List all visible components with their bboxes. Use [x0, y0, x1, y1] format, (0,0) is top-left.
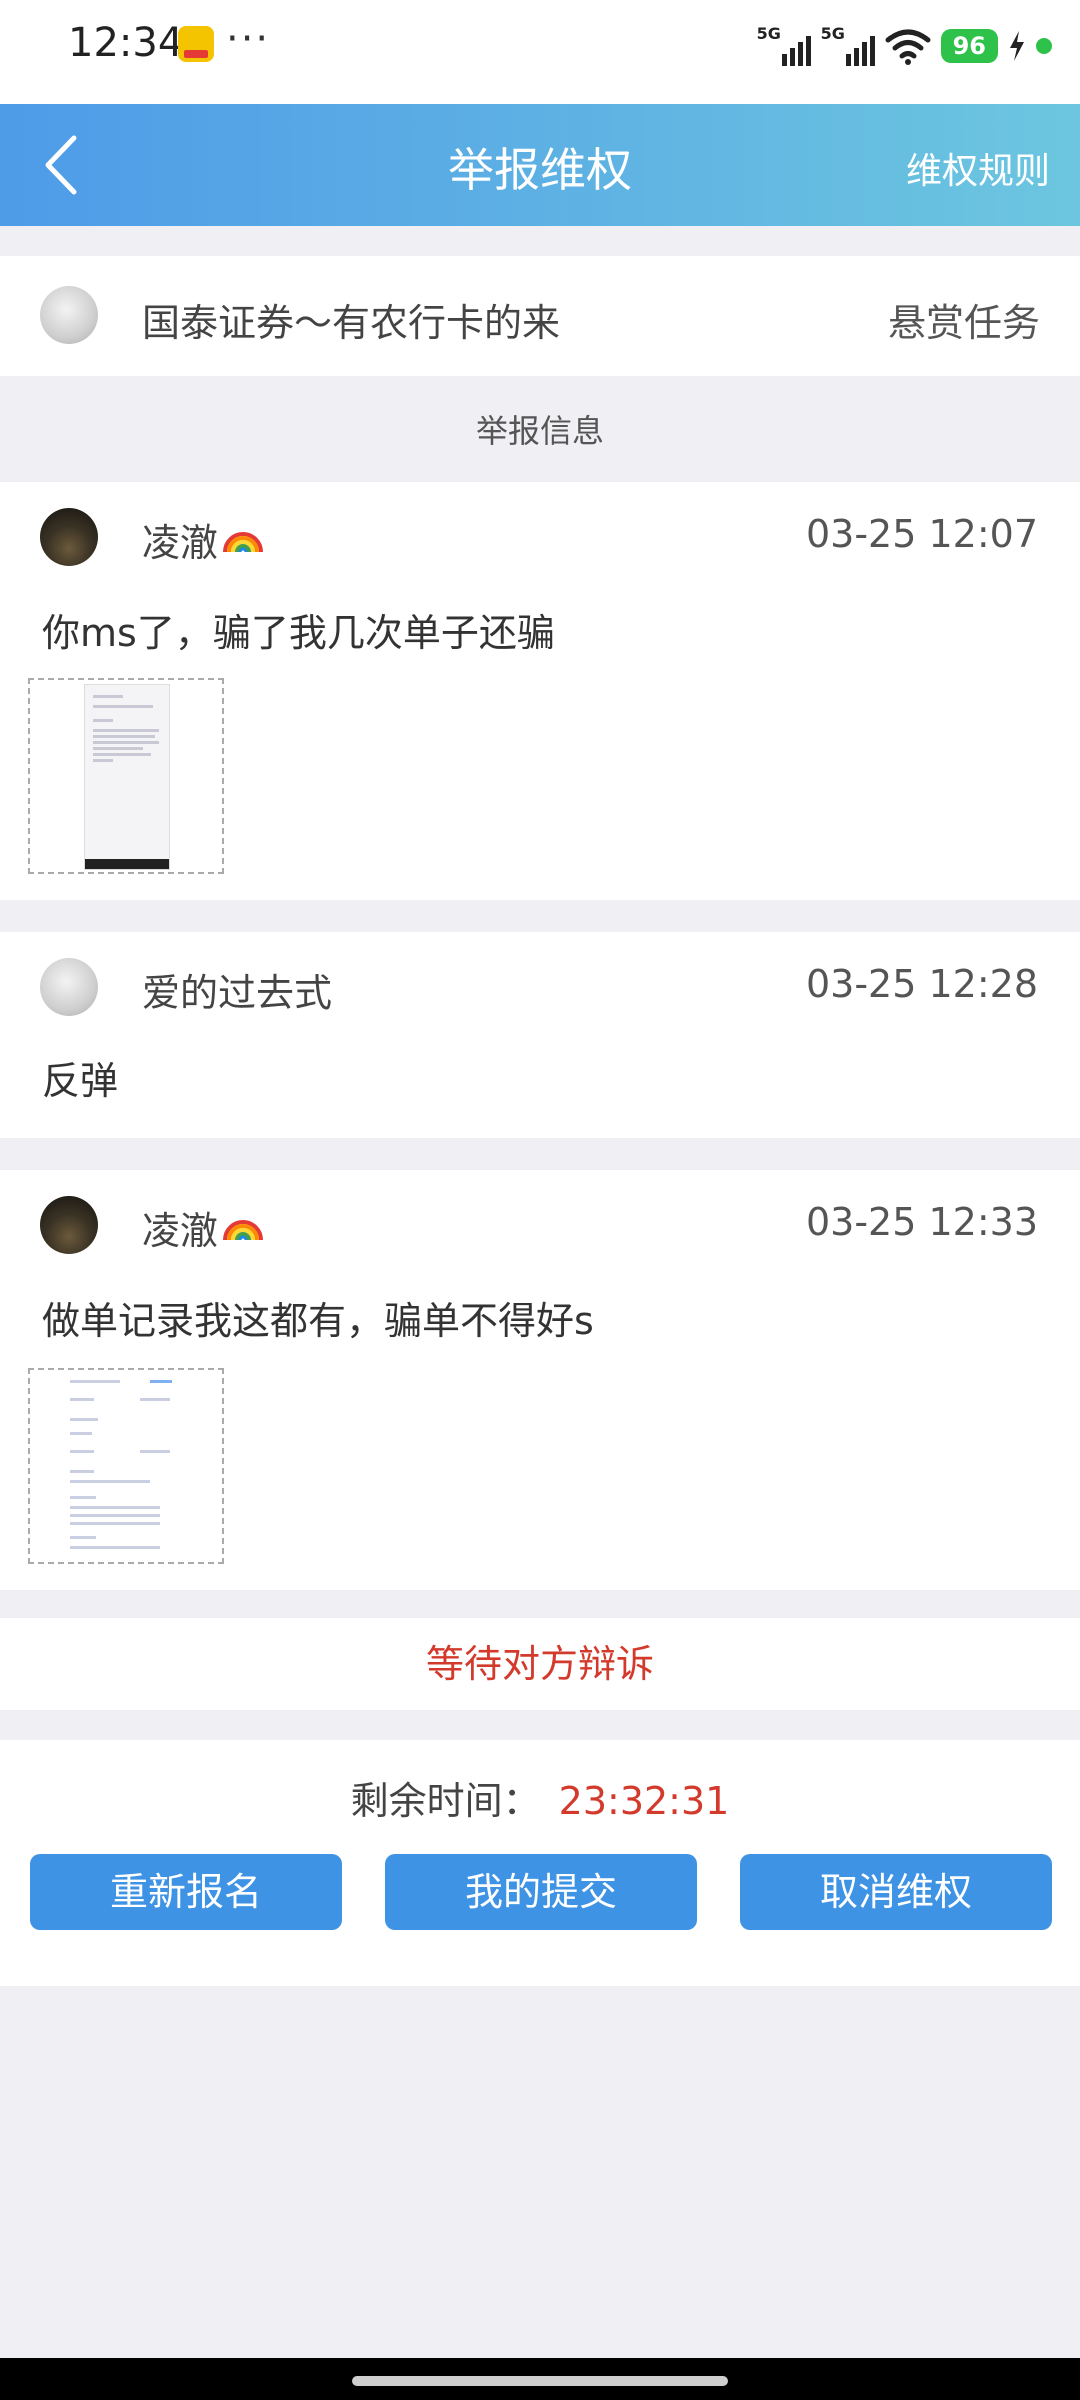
status-bar: 12:34 ··· 5G 5G 96 — [0, 0, 1080, 104]
task-name: 国泰证券～有农行卡的来 — [142, 301, 561, 345]
wifi-icon — [885, 29, 931, 65]
remaining-label: 剩余时间： — [350, 1779, 541, 1823]
signal-label: 5G — [756, 24, 781, 43]
status-icons: 5G 5G 96 — [757, 24, 1052, 68]
signal-label: 5G — [820, 24, 845, 43]
message-text: 做单记录我这都有，骗单不得好s — [42, 1299, 594, 1343]
message-user: 凌澈 — [142, 512, 264, 567]
remaining-value: 23:32:31 — [558, 1779, 730, 1823]
user-name: 凌澈 — [142, 1209, 219, 1253]
app-notification-icon — [178, 26, 214, 62]
evidence-image[interactable] — [28, 1368, 224, 1564]
report-message: 凌澈 03-25 12:33 做单记录我这都有，骗单不得好s — [0, 1170, 1080, 1590]
report-message: 凌澈 03-25 12:07 你ms了，骗了我几次单子还骗 — [0, 482, 1080, 900]
battery-indicator: 96 — [940, 29, 998, 63]
message-user: 爱的过去式 — [142, 971, 333, 1015]
app-header: 举报维权 维权规则 — [0, 104, 1080, 226]
rainbow-icon — [223, 532, 264, 553]
report-message: 爱的过去式 03-25 12:28 反弹 — [0, 932, 1080, 1138]
task-row[interactable]: 国泰证券～有农行卡的来 悬赏任务 — [0, 256, 1080, 376]
message-text: 反弹 — [42, 1059, 119, 1103]
action-panel: 剩余时间： 23:32:31 重新报名 我的提交 取消维权 — [0, 1740, 1080, 1986]
message-time: 03-25 12:33 — [805, 1200, 1038, 1244]
status-time: 12:34 — [68, 20, 184, 66]
signal-5g-icon: 5G — [756, 24, 811, 66]
status-message: 等待对方辩诉 — [0, 1618, 1080, 1710]
privacy-dot-icon — [1036, 38, 1052, 54]
user-name: 凌澈 — [142, 521, 219, 565]
charging-icon — [1010, 31, 1024, 61]
message-time: 03-25 12:07 — [805, 512, 1038, 556]
section-title: 举报信息 — [475, 412, 604, 450]
signal-5g-icon: 5G — [820, 24, 875, 66]
message-time: 03-25 12:28 — [805, 962, 1038, 1006]
message-user: 凌澈 — [142, 1200, 264, 1255]
evidence-image[interactable] — [28, 678, 224, 874]
gesture-navigation-bar — [0, 2358, 1080, 2400]
reapply-button[interactable]: 重新报名 — [30, 1854, 342, 1930]
message-text: 你ms了，骗了我几次单子还骗 — [42, 611, 555, 655]
avatar — [40, 508, 98, 566]
rules-link[interactable]: 维权规则 — [906, 142, 1050, 194]
remaining-time: 剩余时间： 23:32:31 — [0, 1770, 1080, 1825]
home-indicator[interactable] — [352, 2376, 728, 2386]
avatar — [40, 1196, 98, 1254]
more-notifications-icon: ··· — [226, 16, 271, 62]
rainbow-icon — [223, 1220, 264, 1241]
task-type: 悬赏任务 — [887, 301, 1040, 345]
my-submission-button[interactable]: 我的提交 — [385, 1854, 697, 1930]
avatar — [40, 958, 98, 1016]
avatar — [40, 286, 98, 344]
cancel-rights-button[interactable]: 取消维权 — [740, 1854, 1052, 1930]
